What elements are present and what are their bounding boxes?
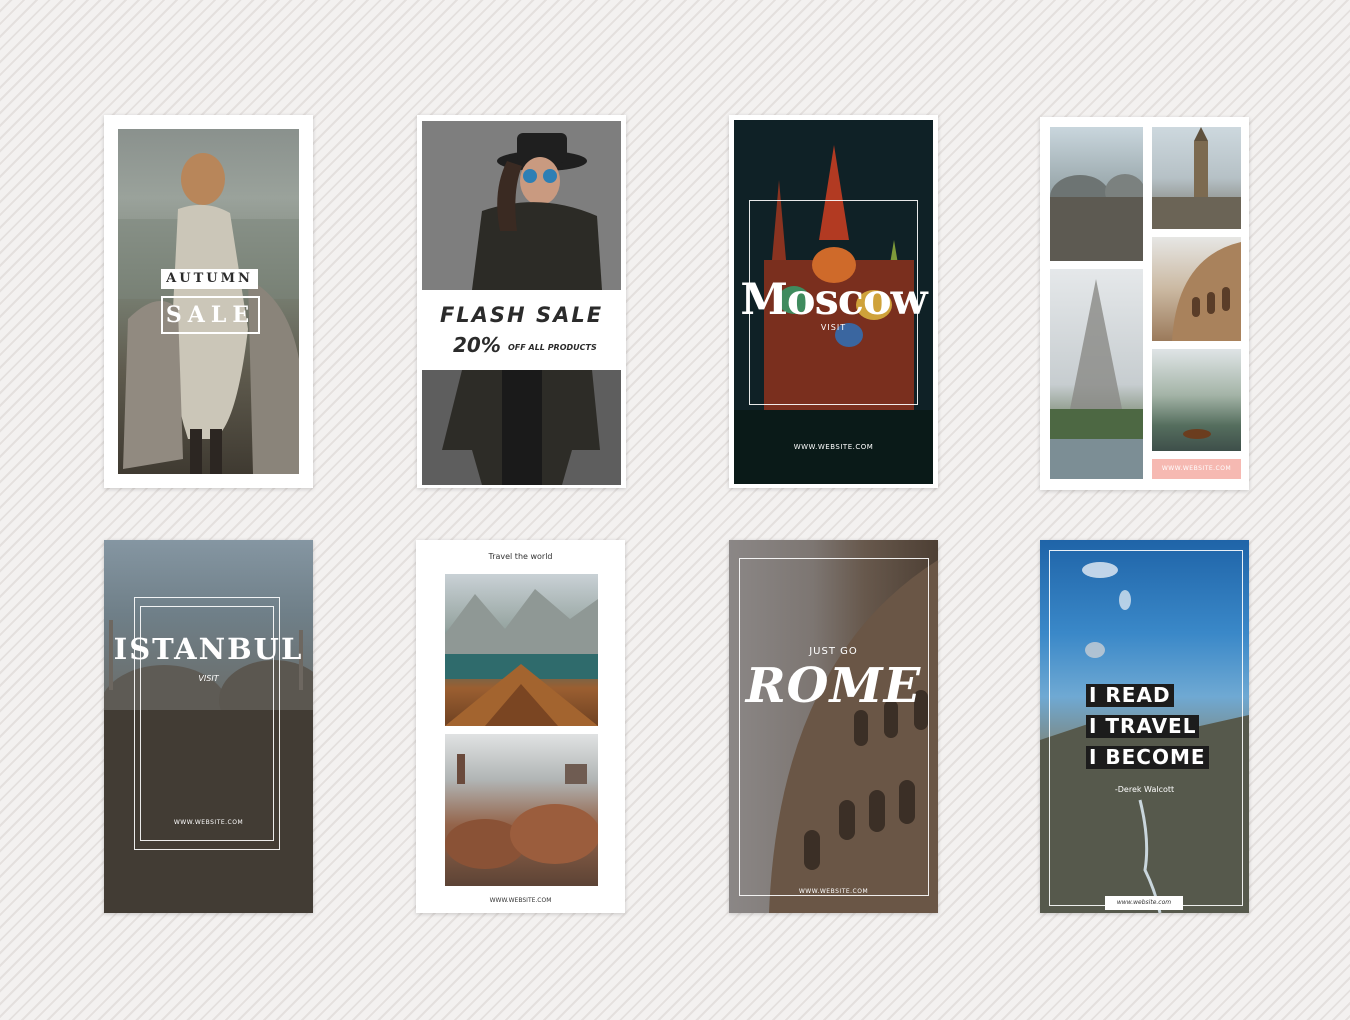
autumn-label: AUTUMN	[161, 269, 258, 289]
istanbul-title: ISTANBUL	[113, 632, 304, 666]
travel-world-card[interactable]: Travel the world WWW.WEBSITE.COM	[416, 540, 625, 913]
rome-title: ROME	[745, 658, 922, 714]
website-label: WWW.WEBSITE.COM	[489, 897, 552, 904]
moscow-card[interactable]: Moscow VISIT WWW.WEBSITE.COM	[729, 115, 938, 488]
travel-heading: Travel the world	[488, 552, 553, 561]
rome-card[interactable]: JUST GO ROME WWW.WEBSITE.COM	[729, 540, 938, 913]
mosque-photo	[1050, 127, 1143, 261]
istanbul-card[interactable]: ISTANBUL VISIT WWW.WEBSITE.COM	[104, 540, 313, 913]
autumn-sale-card[interactable]: AUTUMN SALE	[104, 115, 313, 488]
quote-line-3: I BECOME	[1086, 746, 1209, 769]
website-label: WWW.WEBSITE.COM	[798, 888, 869, 895]
eiffel-tower-photo	[1050, 269, 1143, 479]
moscow-title: Moscow	[740, 275, 927, 325]
flash-sale-title: FLASH SALE	[439, 303, 604, 327]
quote-line-1: I READ	[1086, 684, 1174, 707]
visit-label: VISIT	[820, 323, 847, 332]
colosseum-photo	[1152, 237, 1241, 341]
website-label: WWW.WEBSITE.COM	[173, 819, 244, 826]
website-badge: WWW.WEBSITE.COM	[1152, 459, 1241, 479]
big-ben-photo	[1152, 127, 1241, 229]
lake-boat-photo	[445, 574, 598, 726]
website-label: www.website.com	[1105, 896, 1183, 910]
visit-label: VISIT	[198, 674, 219, 683]
quote-card[interactable]: I READ I TRAVEL I BECOME -Derek Walcott …	[1040, 540, 1249, 913]
quote-line-2: I TRAVEL	[1086, 715, 1200, 738]
template-gallery: { "cards": [ { "id": "autumn-sale", "lin…	[0, 0, 1350, 1020]
title-frame	[739, 558, 929, 896]
fashion-photo-top	[422, 121, 621, 290]
quote-author: -Derek Walcott	[1114, 785, 1175, 794]
lake-boat-photo	[1152, 349, 1241, 451]
flash-sale-card[interactable]: FLASH SALE 20% OFF ALL PRODUCTS	[417, 115, 626, 488]
rocky-coast-photo	[445, 734, 598, 886]
website-label: WWW.WEBSITE.COM	[793, 443, 874, 451]
collage-card[interactable]: WWW.WEBSITE.COM	[1040, 117, 1249, 490]
discount-percent: 20%	[453, 333, 501, 357]
sale-label: SALE	[161, 296, 260, 334]
discount-subtitle: OFF ALL PRODUCTS	[508, 343, 597, 352]
fashion-photo-bottom	[422, 370, 621, 485]
just-go-label: JUST GO	[809, 646, 858, 657]
